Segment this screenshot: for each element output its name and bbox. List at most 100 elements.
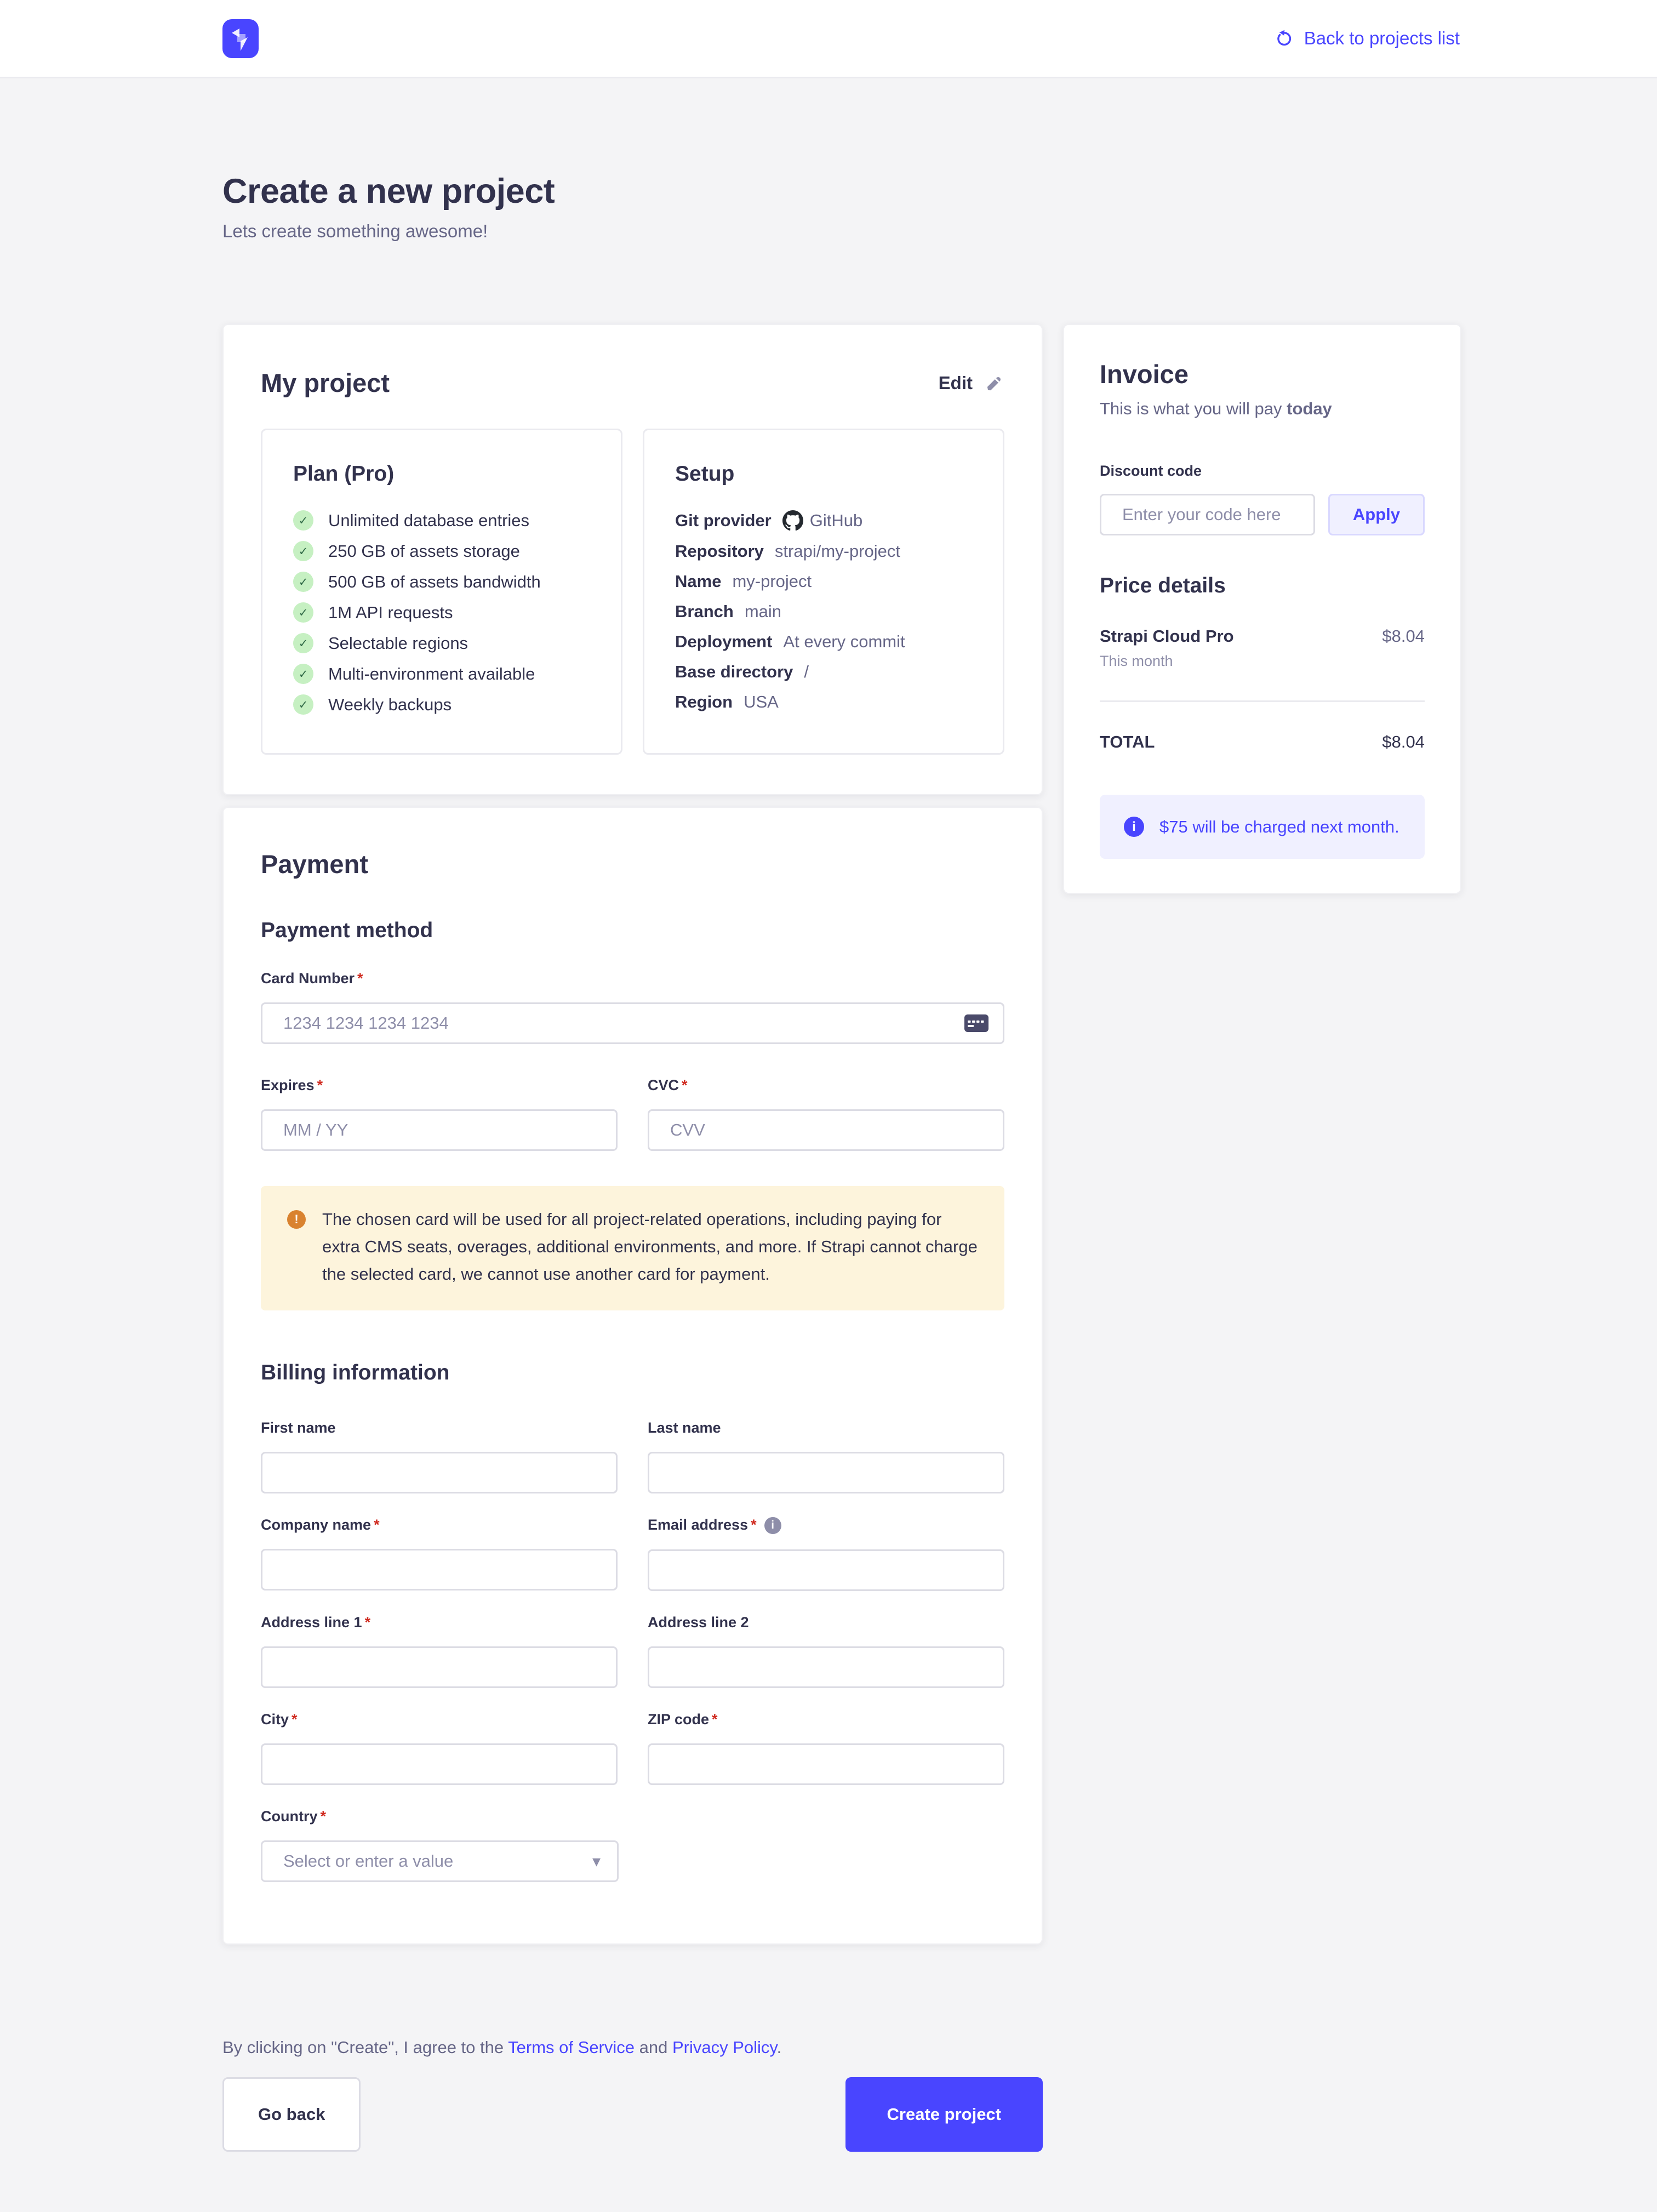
- invoice-divider: [1100, 700, 1425, 702]
- setup-row-region: Region USA: [675, 692, 972, 712]
- total-amount: $8.04: [1382, 732, 1425, 752]
- address-line1-label: Address line 1*: [261, 1614, 618, 1631]
- country-select-placeholder: Select or enter a value: [283, 1851, 453, 1871]
- terms-note: By clicking on "Create", I agree to the …: [222, 2038, 1043, 2057]
- first-name-label: First name: [261, 1419, 618, 1436]
- address-line1-input[interactable]: [261, 1646, 618, 1688]
- warning-icon: !: [287, 1210, 306, 1229]
- back-link-label: Back to projects list: [1304, 28, 1460, 49]
- setup-box: Setup Git provider GitHub Repository str…: [643, 429, 1004, 755]
- setup-title: Setup: [675, 462, 972, 486]
- go-back-button[interactable]: Go back: [222, 2077, 361, 2152]
- zip-code-label: ZIP code*: [648, 1711, 1004, 1728]
- required-marker: *: [317, 1077, 323, 1093]
- last-name-input[interactable]: [648, 1452, 1004, 1493]
- my-project-title: My project: [261, 368, 390, 398]
- card-number-label: Card Number*: [261, 970, 1004, 987]
- next-month-note: i $75 will be charged next month.: [1100, 795, 1425, 859]
- total-row: TOTAL $8.04: [1100, 732, 1425, 752]
- plan-feature-label: 250 GB of assets storage: [328, 541, 520, 561]
- check-icon: ✓: [293, 541, 313, 561]
- page-subtitle: Lets create something awesome!: [222, 221, 1460, 242]
- first-name-input[interactable]: [261, 1452, 618, 1493]
- check-icon: ✓: [293, 664, 313, 684]
- plan-feature-label: Weekly backups: [328, 695, 452, 715]
- company-name-input[interactable]: [261, 1549, 618, 1590]
- apply-button[interactable]: Apply: [1328, 494, 1425, 535]
- expires-label: Expires*: [261, 1077, 618, 1094]
- check-icon: ✓: [293, 602, 313, 623]
- check-icon: ✓: [293, 572, 313, 592]
- plan-feature-list: ✓ Unlimited database entries ✓ 250 GB of…: [293, 510, 590, 715]
- strapi-logo[interactable]: [222, 19, 259, 58]
- plan-feature: ✓ Weekly backups: [293, 694, 590, 715]
- required-marker: *: [751, 1517, 757, 1533]
- city-label: City*: [261, 1711, 618, 1728]
- terms-of-service-link[interactable]: Terms of Service: [508, 2038, 635, 2057]
- invoice-subtitle: This is what you will pay today: [1100, 399, 1425, 419]
- payment-title: Payment: [261, 849, 1004, 879]
- info-icon: i: [1124, 817, 1144, 837]
- plan-feature: ✓ Selectable regions: [293, 633, 590, 653]
- create-project-button[interactable]: Create project: [845, 2077, 1043, 2152]
- payment-method-title: Payment method: [261, 919, 1004, 943]
- plan-feature: ✓ 1M API requests: [293, 602, 590, 623]
- setup-row-repository: Repository strapi/my-project: [675, 541, 972, 561]
- privacy-policy-link[interactable]: Privacy Policy: [672, 2038, 777, 2057]
- back-to-projects-link[interactable]: Back to projects list: [1275, 28, 1460, 49]
- plan-feature-label: Multi-environment available: [328, 664, 535, 684]
- billing-information-title: Billing information: [261, 1361, 1004, 1385]
- plan-feature: ✓ 250 GB of assets storage: [293, 541, 590, 561]
- next-month-note-text: $75 will be charged next month.: [1159, 817, 1399, 837]
- discount-code-label: Discount code: [1100, 463, 1425, 480]
- required-marker: *: [682, 1077, 688, 1093]
- check-icon: ✓: [293, 510, 313, 531]
- setup-row-deployment: Deployment At every commit: [675, 632, 972, 652]
- plan-feature-label: 500 GB of assets bandwidth: [328, 572, 541, 592]
- payment-card: Payment Payment method Card Number*: [222, 807, 1043, 1945]
- expires-input[interactable]: [261, 1109, 618, 1151]
- country-label: Country*: [261, 1808, 1004, 1825]
- line-item-amount: $8.04: [1382, 626, 1425, 670]
- cvc-input[interactable]: [648, 1109, 1004, 1151]
- plan-feature: ✓ 500 GB of assets bandwidth: [293, 572, 590, 592]
- line-item-period: This month: [1100, 653, 1234, 670]
- plan-feature: ✓ Unlimited database entries: [293, 510, 590, 531]
- setup-row-git-provider: Git provider GitHub: [675, 510, 972, 531]
- edit-button[interactable]: Edit: [939, 373, 1004, 394]
- invoice-title: Invoice: [1100, 359, 1425, 389]
- zip-code-input[interactable]: [648, 1743, 1004, 1785]
- price-line-item: Strapi Cloud Pro This month $8.04: [1100, 626, 1425, 670]
- check-icon: ✓: [293, 694, 313, 715]
- card-number-input[interactable]: [261, 1002, 1004, 1044]
- card-usage-warning-text: The chosen card will be used for all pro…: [322, 1206, 978, 1289]
- card-usage-warning: ! The chosen card will be used for all p…: [261, 1186, 1004, 1310]
- check-icon: ✓: [293, 633, 313, 653]
- setup-row-branch: Branch main: [675, 602, 972, 622]
- back-arrow-icon: [1275, 29, 1293, 48]
- email-info-icon: i: [764, 1517, 781, 1534]
- company-name-label: Company name*: [261, 1517, 618, 1533]
- line-item-name: Strapi Cloud Pro: [1100, 626, 1234, 646]
- plan-feature-label: Selectable regions: [328, 634, 468, 653]
- country-select[interactable]: Select or enter a value ▾: [261, 1840, 619, 1882]
- chevron-down-icon: ▾: [592, 1852, 601, 1871]
- city-input[interactable]: [261, 1743, 618, 1785]
- email-address-input[interactable]: [648, 1549, 1004, 1591]
- address-line2-label: Address line 2: [648, 1614, 1004, 1631]
- credit-card-icon: [964, 1013, 989, 1033]
- address-line2-input[interactable]: [648, 1646, 1004, 1688]
- plan-feature-label: Unlimited database entries: [328, 511, 529, 531]
- total-label: TOTAL: [1100, 732, 1155, 752]
- top-bar: Back to projects list: [0, 0, 1657, 78]
- plan-feature: ✓ Multi-environment available: [293, 664, 590, 684]
- required-marker: *: [365, 1614, 371, 1631]
- discount-code-input[interactable]: [1100, 494, 1315, 535]
- setup-row-base-directory: Base directory /: [675, 662, 972, 682]
- required-marker: *: [292, 1711, 298, 1728]
- edit-button-label: Edit: [939, 373, 973, 394]
- my-project-card: My project Edit Plan (Pro): [222, 324, 1043, 795]
- required-marker: *: [357, 970, 363, 987]
- pencil-icon: [985, 373, 1004, 393]
- last-name-label: Last name: [648, 1419, 1004, 1436]
